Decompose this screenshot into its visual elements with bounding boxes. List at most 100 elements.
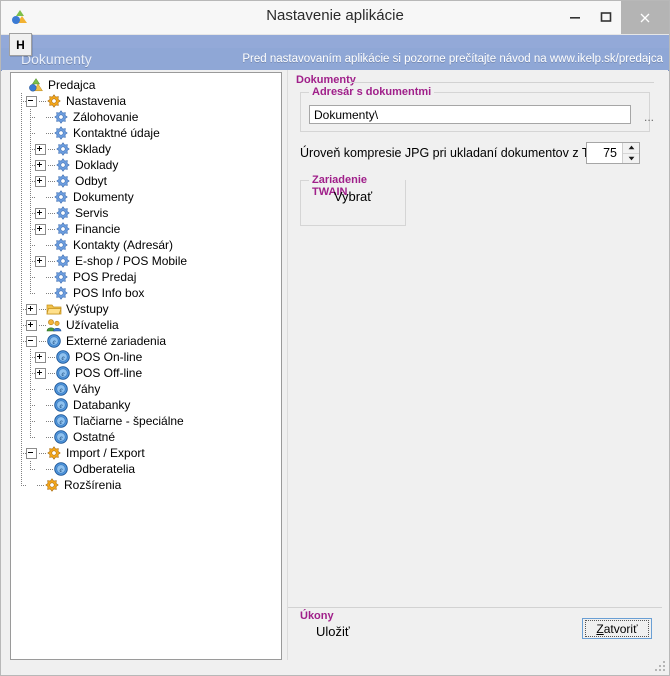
tree-expand-icon[interactable] [35, 223, 46, 235]
tree-guide [17, 141, 26, 157]
save-button[interactable]: Uložiť [316, 624, 350, 639]
close-button[interactable] [621, 1, 669, 34]
tree-connector [48, 141, 55, 157]
tree-item-predajca[interactable]: Predajca [17, 77, 281, 93]
pane-splitter[interactable] [282, 72, 286, 660]
tree-guide [17, 301, 26, 317]
tree-expand-icon[interactable] [26, 319, 37, 331]
tree-guide [26, 189, 35, 205]
jpg-compression-stepper[interactable]: 75 [586, 142, 640, 164]
tree-connector [46, 125, 53, 141]
tree-item-label: Databanky [73, 398, 131, 412]
tree-guide [17, 125, 26, 141]
tree-expand-icon[interactable] [35, 207, 46, 219]
tree-item-label: Odbyt [75, 174, 108, 188]
tree-item-label: Výstupy [66, 302, 109, 316]
gear-orange-icon [44, 477, 60, 493]
tree-item-financie[interactable]: Financie [17, 221, 281, 237]
section-divider [350, 82, 654, 83]
tree-guide [26, 365, 35, 381]
tree-guide [17, 445, 26, 461]
tree-item-v-hy[interactable]: e Váhy [17, 381, 281, 397]
tree-item-pos-on-line[interactable]: e POS On-line [17, 349, 281, 365]
device-e-icon: e [55, 349, 71, 365]
settings-tree[interactable]: Predajca Nastavenia Zálohovanie Kontaktné ú… [11, 73, 281, 493]
tree-expand-icon[interactable] [35, 159, 46, 171]
tree-expand-icon[interactable] [26, 303, 37, 315]
tree-guide [17, 461, 26, 477]
tree-item-nastavenia[interactable]: Nastavenia [17, 93, 281, 109]
tree-item-label: Predajca [48, 78, 96, 92]
tree-item-servis[interactable]: Servis [17, 205, 281, 221]
maximize-button[interactable] [590, 1, 621, 32]
tree-guide [26, 285, 35, 301]
tree-item-u-vatelia[interactable]: Užívatelia [17, 317, 281, 333]
svg-text:e: e [59, 418, 62, 426]
gear-blue-icon [55, 141, 71, 157]
tree-item-kontaktn-daje[interactable]: Kontaktné údaje [17, 125, 281, 141]
tree-expand-icon[interactable] [35, 143, 46, 155]
stepper-up-button[interactable] [623, 143, 639, 154]
tree-item-import-export[interactable]: Import / Export [17, 445, 281, 461]
tree-item-pos-predaj[interactable]: POS Predaj [17, 269, 281, 285]
tree-connector [46, 189, 53, 205]
tree-item-label: Nastavenia [66, 94, 127, 108]
tree-item-roz-renia[interactable]: Rozšírenia [17, 477, 281, 493]
gear-orange-icon [46, 93, 62, 109]
close-dialog-button[interactable]: Zatvoriť [582, 618, 652, 639]
tree-item-odberatelia[interactable]: e Odberatelia [17, 461, 281, 477]
svg-text:e: e [59, 402, 62, 410]
tree-item-pos-info-box[interactable]: POS Info box [17, 285, 281, 301]
tree-item-label: POS Off-line [75, 366, 143, 380]
tree-collapse-icon[interactable] [26, 95, 37, 107]
menu-item-h[interactable]: H [9, 33, 32, 56]
jpg-compression-value[interactable]: 75 [587, 143, 622, 163]
tree-item-pos-off-line[interactable]: e POS Off-line [17, 365, 281, 381]
tree-guide [17, 365, 26, 381]
tree-connector [46, 461, 53, 477]
tree-item-tla-iarne-peci-lne[interactable]: e Tlačiarne - špeciálne [17, 413, 281, 429]
tree-item-doklady[interactable]: Doklady [17, 157, 281, 173]
tree-item-extern-zariadenia[interactable]: e Externé zariadenia [17, 333, 281, 349]
tree-guide [26, 269, 35, 285]
browse-folder-button[interactable]: ... [639, 105, 659, 124]
tree-guide [17, 205, 26, 221]
tree-item-label: Ostatné [73, 430, 116, 444]
settings-tree-panel[interactable]: Predajca Nastavenia Zálohovanie Kontaktné ú… [10, 72, 282, 660]
minimize-button[interactable] [559, 1, 590, 32]
resize-grip[interactable] [653, 659, 665, 671]
close-dialog-label: atvoriť [603, 621, 638, 636]
device-e-icon: e [46, 333, 62, 349]
tree-item-databanky[interactable]: e Databanky [17, 397, 281, 413]
tree-expand-icon[interactable] [35, 255, 46, 267]
tree-collapse-icon[interactable] [26, 335, 37, 347]
gear-blue-icon [53, 125, 69, 141]
tree-item-v-stupy[interactable]: Výstupy [17, 301, 281, 317]
tree-expand-icon[interactable] [35, 351, 46, 363]
tree-collapse-icon[interactable] [26, 447, 37, 459]
tree-item-ostatn[interactable]: e Ostatné [17, 429, 281, 445]
tree-connector [46, 381, 53, 397]
svg-text:e: e [59, 466, 62, 474]
tree-guide [26, 205, 35, 221]
stepper-buttons[interactable] [622, 143, 639, 163]
tree-item-odbyt[interactable]: Odbyt [17, 173, 281, 189]
stepper-down-button[interactable] [623, 154, 639, 164]
tree-item-dokumenty[interactable]: Dokumenty [17, 189, 281, 205]
tree-item-label: Sklady [75, 142, 112, 156]
tree-item-e-shop-pos-mobile[interactable]: E-shop / POS Mobile [17, 253, 281, 269]
tree-guide [26, 253, 35, 269]
tree-expand-icon[interactable] [35, 367, 46, 379]
tree-connector [46, 397, 53, 413]
documents-path-input[interactable]: Dokumenty\ [309, 105, 631, 124]
tree-item-kontakty-adres-r[interactable]: Kontakty (Adresár) [17, 237, 281, 253]
tree-expand-icon[interactable] [35, 175, 46, 187]
tree-item-sklady[interactable]: Sklady [17, 141, 281, 157]
device-e-icon: e [53, 413, 69, 429]
tree-item-label: Doklady [75, 158, 119, 172]
tree-item-z-lohovanie[interactable]: Zálohovanie [17, 109, 281, 125]
twain-select-button[interactable]: Vybrať [301, 189, 405, 204]
